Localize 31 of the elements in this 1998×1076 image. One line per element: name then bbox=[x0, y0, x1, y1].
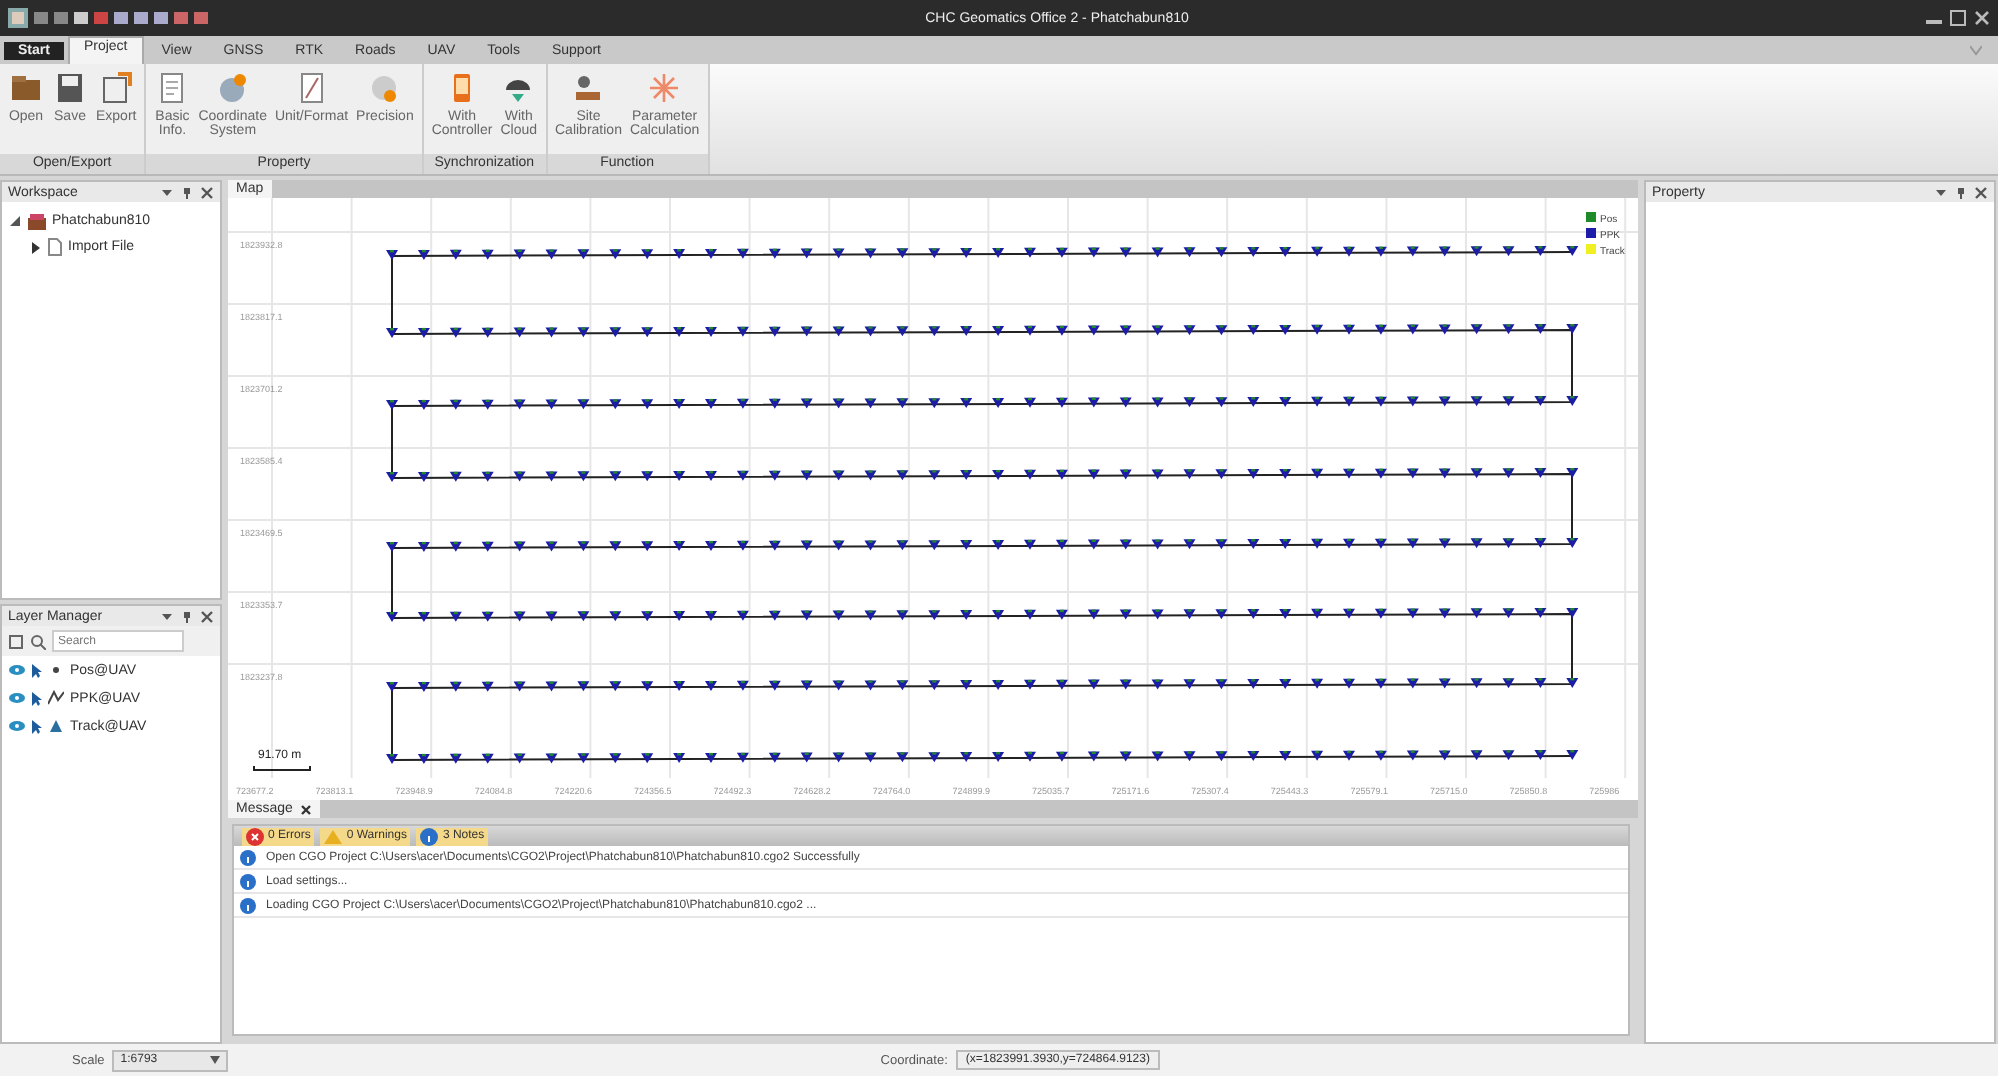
close-icon[interactable] bbox=[1974, 10, 1990, 26]
search-icon[interactable] bbox=[30, 633, 46, 649]
file-icon bbox=[48, 238, 62, 256]
close-icon[interactable] bbox=[200, 185, 214, 199]
expanded-arrow-icon[interactable] bbox=[10, 215, 22, 227]
ribbon-icon bbox=[646, 70, 683, 106]
collapsed-arrow-icon[interactable] bbox=[30, 241, 42, 253]
close-icon[interactable] bbox=[1974, 185, 1988, 199]
eye-icon[interactable] bbox=[8, 720, 26, 732]
scale-bar bbox=[253, 765, 311, 771]
ribbon-icon bbox=[98, 70, 135, 106]
layer-tool-icon[interactable] bbox=[8, 633, 24, 649]
restore-icon[interactable] bbox=[1950, 10, 1966, 26]
warning-icon bbox=[324, 827, 343, 845]
info-icon bbox=[240, 873, 256, 889]
project-icon bbox=[28, 213, 46, 229]
eye-icon[interactable] bbox=[8, 664, 26, 676]
eye-icon[interactable] bbox=[8, 692, 26, 704]
dropdown-icon[interactable] bbox=[160, 185, 174, 199]
ribbon-icon bbox=[8, 70, 44, 106]
close-icon[interactable] bbox=[200, 609, 214, 623]
dropdown-icon bbox=[210, 1056, 221, 1064]
ribbon-icon bbox=[52, 70, 88, 106]
dropdown-icon[interactable] bbox=[1934, 185, 1948, 199]
info-icon bbox=[240, 849, 256, 865]
ribbon-icon bbox=[214, 70, 251, 106]
close-icon[interactable] bbox=[300, 803, 313, 815]
pin-icon[interactable] bbox=[180, 609, 194, 623]
pin-icon[interactable] bbox=[1954, 185, 1968, 199]
info-icon bbox=[240, 897, 256, 913]
pin-icon[interactable] bbox=[180, 185, 194, 199]
